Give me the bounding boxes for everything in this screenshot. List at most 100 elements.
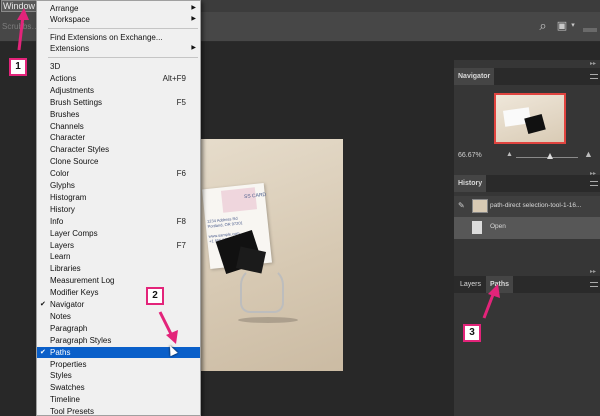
- navigator-thumbnail[interactable]: [494, 93, 566, 144]
- menu-separator: [48, 28, 198, 29]
- menu-item-label: Modifier Keys: [50, 288, 99, 298]
- panel-menu-icon[interactable]: [590, 282, 598, 287]
- menu-item-measurement-log[interactable]: Measurement Log: [37, 275, 200, 286]
- menu-item-shortcut: Alt+F9: [162, 73, 186, 83]
- workspace-layout-icon[interactable]: ▣: [555, 17, 569, 35]
- history-snapshot-thumbnail: [472, 199, 488, 213]
- tab-history[interactable]: History: [454, 175, 487, 192]
- menu-item-glyphs[interactable]: Glyphs: [37, 180, 200, 191]
- menu-item-actions[interactable]: Actions Alt+F9: [37, 73, 200, 84]
- menu-item-libraries[interactable]: Libraries: [37, 263, 200, 274]
- history-row[interactable]: ✎ path-direct selection-tool-1-16...: [454, 196, 600, 218]
- menu-item-find-extensions[interactable]: Find Extensions on Exchange...: [37, 32, 200, 43]
- binder-clip-wire: [240, 267, 284, 313]
- brush-icon: ✎: [458, 201, 465, 210]
- menu-item-label: Learn: [50, 252, 71, 262]
- menu-item-label: Info: [50, 216, 64, 226]
- menu-item-label: Character: [50, 133, 86, 143]
- menu-item-label: Actions: [50, 73, 77, 83]
- menu-item-label: Brush Settings: [50, 97, 103, 107]
- menu-item-label: Channels: [50, 121, 84, 131]
- panel-menu-icon[interactable]: [590, 181, 598, 186]
- menu-item-label: 3D: [50, 62, 61, 71]
- menu-item-channels[interactable]: Channels: [37, 121, 200, 132]
- menu-item-label: Layers: [50, 240, 75, 250]
- submenu-arrow-icon: ▶: [191, 16, 196, 22]
- document-icon: [472, 221, 482, 234]
- menu-item-label: Color: [50, 169, 70, 179]
- collapse-icon[interactable]: ▸▸: [590, 268, 596, 275]
- menu-item-label: Timeline: [50, 395, 80, 405]
- collapse-icon[interactable]: ▸▸: [590, 170, 596, 177]
- menu-item-label: History: [50, 204, 75, 214]
- checkmark-icon: ✔: [40, 348, 46, 356]
- menu-item-history[interactable]: History: [37, 204, 200, 215]
- menu-item-layer-comps[interactable]: Layer Comps: [37, 228, 200, 239]
- menu-item-swatches[interactable]: Swatches: [37, 382, 200, 393]
- menu-item-modifier-keys[interactable]: Modifier Keys: [37, 287, 200, 298]
- arrow-1-icon: [17, 8, 29, 51]
- menu-item-label: Styles: [50, 371, 72, 381]
- menu-item-histogram[interactable]: Histogram: [37, 192, 200, 203]
- document-canvas[interactable]: SS CARD 1234 Address Rd Portland, OR 972…: [200, 139, 343, 371]
- menu-item-label: Paragraph: [50, 323, 88, 333]
- menu-item-properties[interactable]: Properties: [37, 359, 200, 370]
- menu-item-styles[interactable]: Styles: [37, 370, 200, 381]
- history-tabstrip: History: [454, 175, 600, 192]
- menu-item-brush-settings[interactable]: Brush Settings F5: [37, 97, 200, 108]
- zoom-out-icon[interactable]: ▲: [506, 151, 513, 158]
- menu-item-layers[interactable]: Layers F7: [37, 240, 200, 251]
- zoom-slider[interactable]: [516, 153, 578, 159]
- workspace-indicator[interactable]: [583, 28, 597, 32]
- menu-item-3d[interactable]: 3D: [37, 61, 200, 72]
- step-badge-1: 1: [9, 58, 27, 76]
- menu-item-label: Paths: [50, 347, 71, 357]
- menu-item-shortcut: F8: [176, 216, 186, 226]
- menu-item-shortcut: F6: [176, 169, 186, 179]
- history-row[interactable]: Open: [454, 217, 600, 239]
- menu-item-label: Brushes: [50, 109, 80, 119]
- menu-item-label: Histogram: [50, 192, 87, 202]
- menu-item-label: Clone Source: [50, 157, 99, 167]
- zoom-in-icon[interactable]: ▲: [584, 149, 593, 159]
- navigator-tabstrip: Navigator: [454, 68, 600, 85]
- menu-item-tool-presets[interactable]: Tool Presets: [37, 406, 200, 416]
- submenu-arrow-icon: ▶: [191, 45, 196, 51]
- menu-item-clone-source[interactable]: Clone Source: [37, 156, 200, 167]
- clip-shadow: [238, 317, 298, 323]
- menu-item-color[interactable]: Color F6: [37, 168, 200, 179]
- menu-item-adjustments[interactable]: Adjustments: [37, 85, 200, 96]
- menu-item-character[interactable]: Character: [37, 132, 200, 143]
- arrow-3-icon: [482, 284, 500, 319]
- menu-item-info[interactable]: Info F8: [37, 216, 200, 227]
- panel-menu-icon[interactable]: [590, 74, 598, 79]
- menu-item-label: Measurement Log: [50, 276, 115, 286]
- panel-dock: Navigator ▸▸ 66.67% ▲ ▲ History ▸▸ ✎ pat…: [454, 60, 600, 416]
- menu-item-timeline[interactable]: Timeline: [37, 394, 200, 405]
- menu-item-label: Swatches: [50, 383, 85, 393]
- history-row-label: Open: [490, 223, 506, 230]
- menu-item-arrange[interactable]: Arrange ▶: [37, 3, 200, 14]
- navigator-zoom-value[interactable]: 66.67%: [458, 152, 482, 159]
- collapse-icon[interactable]: ▸▸: [590, 60, 596, 67]
- menu-item-shortcut: F7: [176, 240, 186, 250]
- menu-item-extensions[interactable]: Extensions ▶: [37, 43, 200, 54]
- menu-item-label: Libraries: [50, 264, 81, 274]
- menu-item-label: Tool Presets: [50, 407, 95, 416]
- layers-tabstrip: Layers Paths: [454, 276, 600, 293]
- search-icon[interactable]: ⌕: [536, 17, 550, 35]
- menu-item-label: Paragraph Styles: [50, 335, 112, 345]
- menu-item-learn[interactable]: Learn: [37, 251, 200, 262]
- window-menu-dropdown: Arrange ▶ Workspace ▶ Find Extensions on E…: [36, 0, 201, 416]
- arrow-2-icon: [158, 311, 178, 344]
- menu-item-brushes[interactable]: Brushes: [37, 109, 200, 120]
- chevron-down-icon[interactable]: ▾: [569, 17, 577, 35]
- menu-item-character-styles[interactable]: Character Styles: [37, 144, 200, 155]
- tab-navigator[interactable]: Navigator: [454, 68, 495, 85]
- submenu-arrow-icon: ▶: [191, 5, 196, 11]
- menu-item-shortcut: F5: [176, 97, 186, 107]
- zoom-slider-knob[interactable]: [547, 153, 553, 159]
- menu-item-workspace[interactable]: Workspace ▶: [37, 14, 200, 25]
- menu-item-label: Notes: [50, 311, 71, 321]
- checkmark-icon: ✔: [40, 301, 46, 308]
